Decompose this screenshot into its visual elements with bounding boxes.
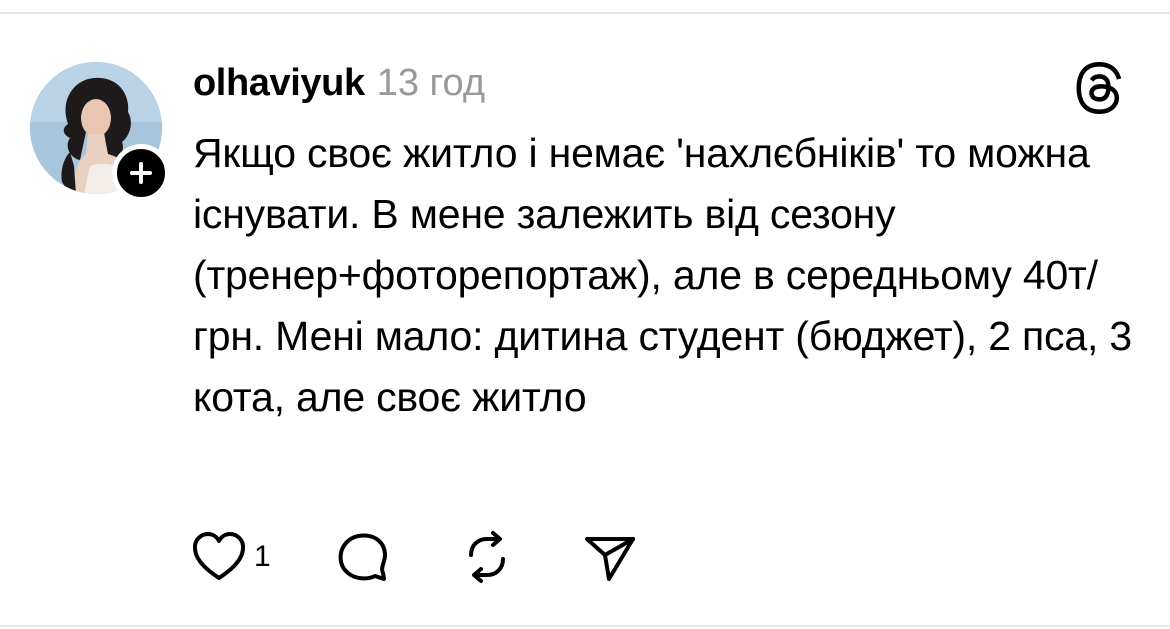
bottom-divider [0, 625, 1170, 627]
threads-logo-icon[interactable] [1073, 62, 1125, 114]
top-divider [0, 12, 1170, 14]
post-body-text: Якщо своє житло і немає 'нахлєбніків' то… [193, 130, 1132, 420]
action-bar: 1 [190, 530, 639, 584]
share-button[interactable] [581, 529, 639, 585]
reply-button[interactable] [335, 529, 391, 585]
repost-icon [468, 531, 505, 583]
follow-button[interactable] [112, 144, 170, 202]
like-count: 1 [254, 540, 271, 573]
post-timestamp: 13 год [376, 62, 486, 104]
username-link[interactable]: olhaviyuk [193, 62, 365, 105]
thread-post-card: olhaviyuk 13 год Якщо своє житло і немає… [0, 0, 1170, 629]
send-icon [584, 537, 635, 581]
post-header: olhaviyuk 13 год [193, 62, 485, 110]
avatar-container[interactable] [30, 62, 170, 202]
like-button[interactable]: 1 [190, 530, 271, 584]
plus-icon [130, 162, 152, 184]
comment-icon [338, 533, 387, 581]
heart-icon [192, 532, 246, 580]
threads-logo [1076, 62, 1122, 114]
repost-button[interactable] [459, 529, 515, 585]
